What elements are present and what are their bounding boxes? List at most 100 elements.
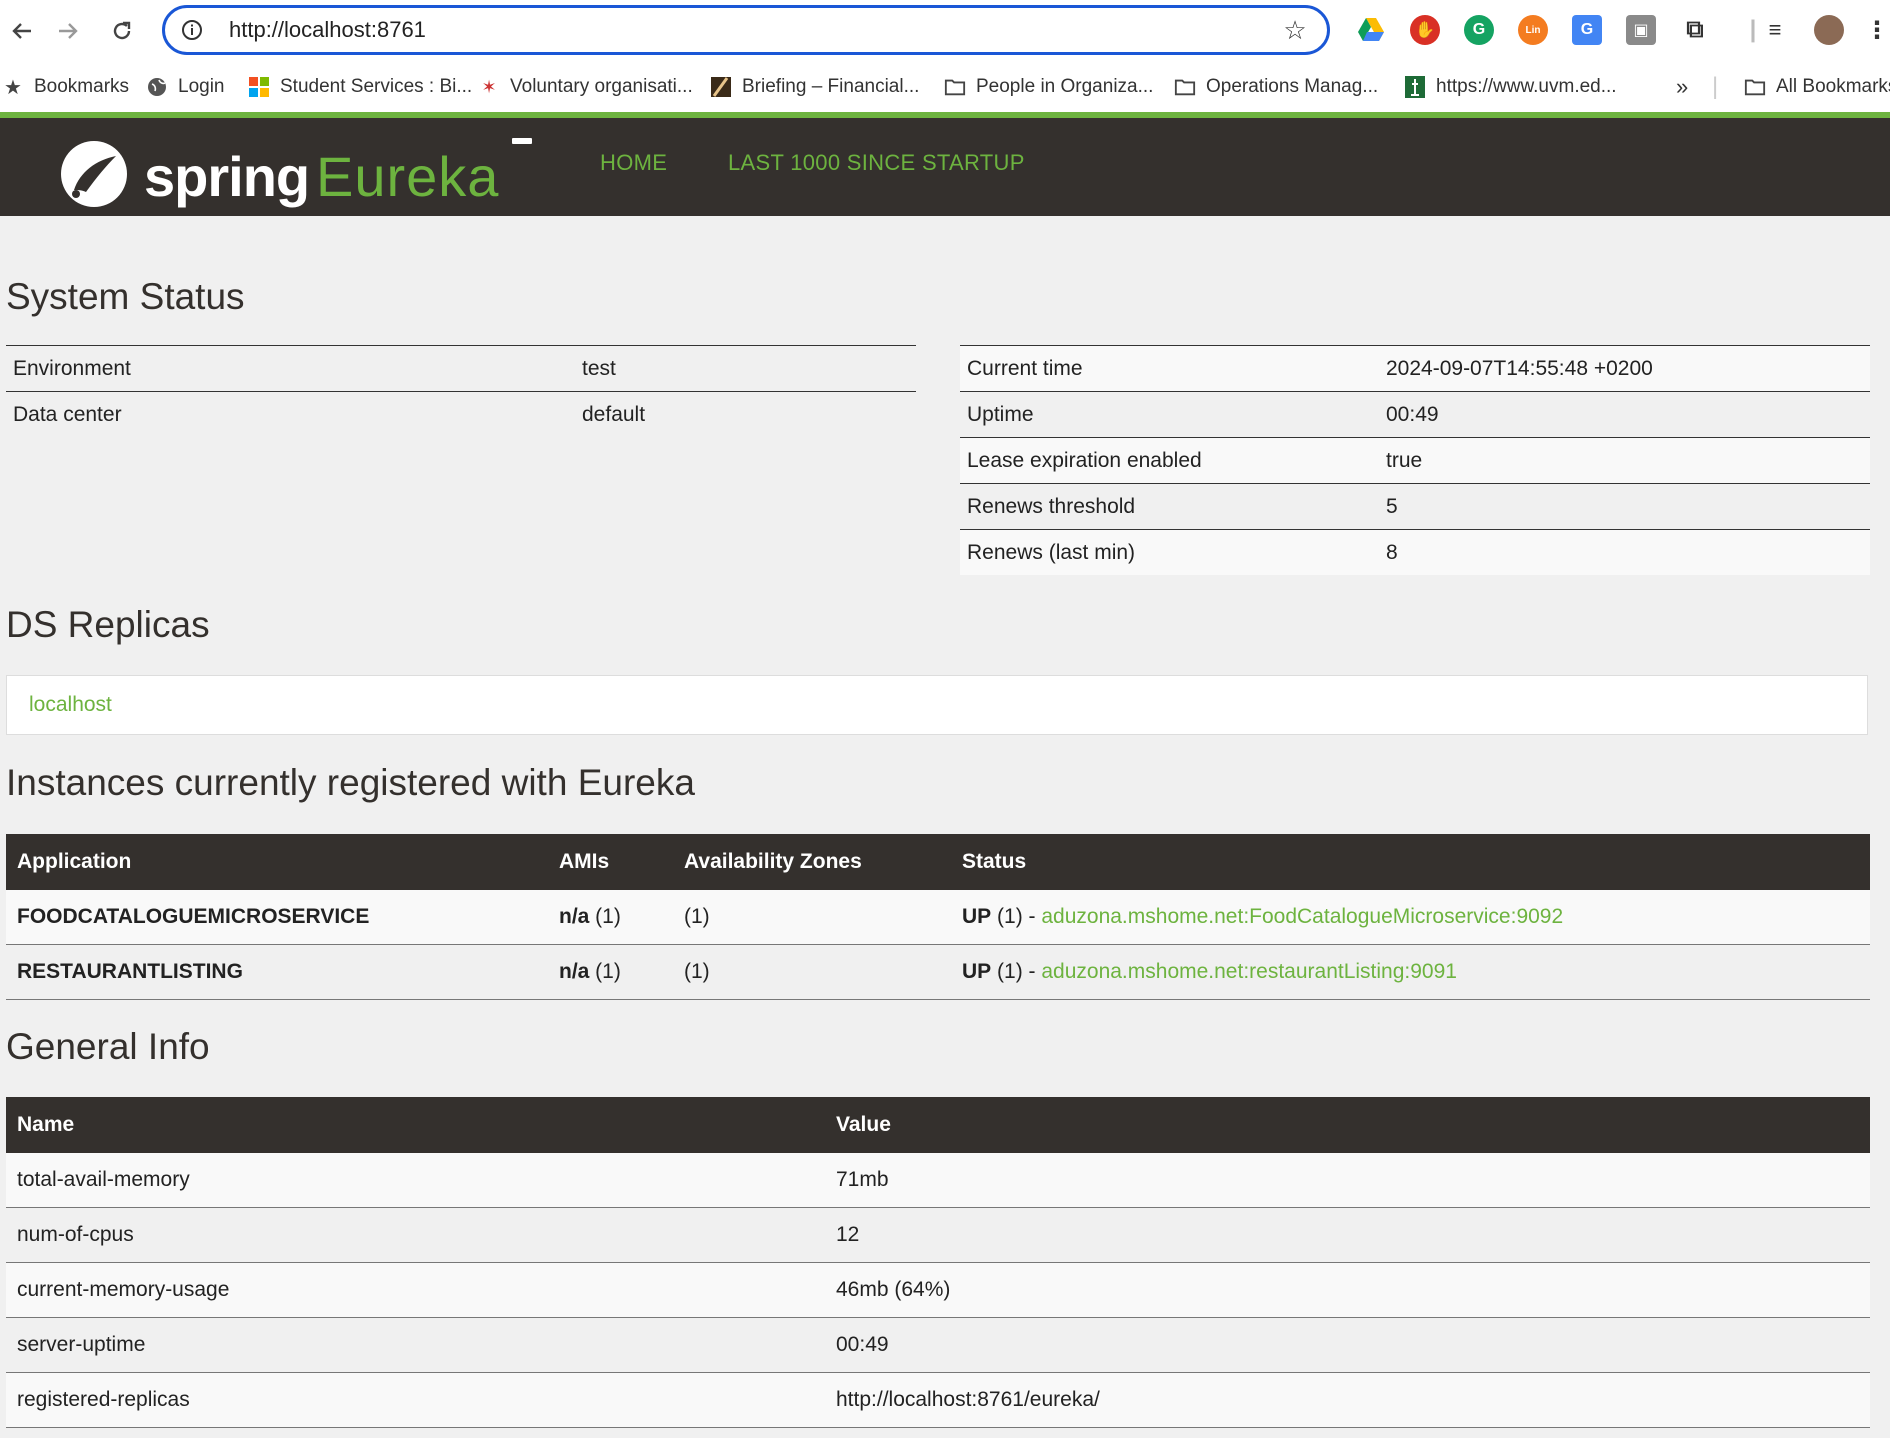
- instance-link[interactable]: aduzona.mshome.net:FoodCatalogueMicroser…: [1041, 905, 1563, 928]
- logo-spring-text: spring: [144, 145, 310, 208]
- info-value: 12: [825, 1207, 1870, 1263]
- table-row: server-uptime 00:49: [6, 1317, 1870, 1373]
- info-name: current-memory-usage: [6, 1262, 825, 1318]
- logo-dash: [512, 138, 532, 144]
- kebab-menu-icon[interactable]: ⋮: [1862, 15, 1890, 45]
- bookmarks-overflow-chevron-icon[interactable]: »: [1676, 62, 1688, 112]
- status-key: Environment: [6, 345, 575, 392]
- grammarly-icon[interactable]: G: [1464, 15, 1494, 45]
- table-row: Uptime 00:49: [960, 391, 1870, 438]
- info-name: num-of-cpus: [6, 1207, 825, 1263]
- site-info-icon[interactable]: [179, 17, 205, 43]
- windows-logo-icon: [248, 76, 270, 98]
- address-bar[interactable]: http://localhost:8761 ☆: [162, 5, 1330, 55]
- bookmark-label: Voluntary organisati...: [510, 76, 693, 97]
- application-name: FOODCATALOGUEMICROSERVICE: [6, 890, 548, 945]
- bookmark-item-login[interactable]: Login: [146, 62, 225, 112]
- amis-cell: n/a (1): [548, 944, 673, 1000]
- bookmark-label: People in Organiza...: [976, 76, 1154, 97]
- status-up: UP: [962, 960, 992, 983]
- instances-table: Application AMIs Availability Zones Stat…: [6, 834, 1870, 1000]
- bookmark-item-bookmarks[interactable]: ★ Bookmarks: [2, 62, 129, 112]
- table-row: num-of-cpus 12: [6, 1207, 1870, 1263]
- status-key: Lease expiration enabled: [960, 437, 1379, 484]
- bookmark-item-briefing[interactable]: Briefing – Financial...: [710, 62, 919, 112]
- instances-title: Instances currently registered with Eure…: [6, 762, 695, 803]
- bookmarks-bar: ★ Bookmarks Login Student Services : Bi.…: [0, 62, 1890, 112]
- logo-eureka-text: Eureka: [316, 145, 500, 208]
- bookmark-folder-people[interactable]: People in Organiza...: [944, 62, 1153, 112]
- browser-toolbar: http://localhost:8761 ☆ ✋ G Lin G ▣ ⧉ | …: [0, 0, 1890, 62]
- table-row: registered-replicas http://localhost:876…: [6, 1372, 1870, 1428]
- column-header: AMIs: [548, 834, 673, 890]
- table-row: FOODCATALOGUEMICROSERVICE n/a (1) (1) UP…: [6, 890, 1870, 945]
- table-row: Current time 2024-09-07T14:55:48 +0200: [960, 345, 1870, 392]
- status-value: default: [575, 391, 916, 437]
- table-row: Renews (last min) 8: [960, 529, 1870, 575]
- zones-value: (1): [673, 890, 951, 945]
- replica-link[interactable]: localhost: [29, 693, 112, 717]
- ft-favicon-icon: [710, 76, 732, 98]
- column-header: Availability Zones: [673, 834, 951, 890]
- table-row: total-avail-memory 71mb: [6, 1153, 1870, 1208]
- column-header: Value: [825, 1097, 1870, 1153]
- info-name: total-avail-memory: [6, 1153, 825, 1208]
- bookmark-label: Bookmarks: [34, 76, 130, 97]
- info-value: 46mb (64%): [825, 1262, 1870, 1318]
- eureka-navbar: spring Eureka HOME LAST 1000 SINCE START…: [0, 118, 1890, 216]
- status-cell: UP (1) - aduzona.mshome.net:FoodCatalogu…: [951, 890, 1870, 945]
- adblock-icon[interactable]: ✋: [1410, 15, 1440, 45]
- nav-home-link[interactable]: HOME: [600, 150, 667, 176]
- system-status-right-table: Current time 2024-09-07T14:55:48 +0200 U…: [960, 345, 1870, 575]
- google-drive-icon[interactable]: [1356, 15, 1386, 45]
- status-count: (1) -: [991, 960, 1042, 983]
- reading-list-icon[interactable]: ≡: [1760, 15, 1790, 45]
- bookmark-label: Briefing – Financial...: [742, 76, 920, 97]
- nav-last-1000-link[interactable]: LAST 1000 SINCE STARTUP: [728, 150, 1025, 176]
- amis-value: n/a: [559, 905, 590, 928]
- profile-extension-icon[interactable]: ▣: [1626, 15, 1656, 45]
- instance-link[interactable]: aduzona.mshome.net:restaurantListing:909…: [1041, 960, 1457, 983]
- table-row: Environment test: [6, 345, 916, 392]
- folder-icon: [1174, 76, 1196, 98]
- column-header: Name: [6, 1097, 825, 1153]
- extensions-puzzle-icon[interactable]: ⧉: [1680, 15, 1710, 45]
- bookmark-folder-all[interactable]: All Bookmarks: [1744, 62, 1890, 112]
- ds-replicas-list: localhost: [6, 675, 1868, 735]
- site-favicon-icon: ✶: [481, 76, 497, 97]
- status-key: Current time: [960, 345, 1379, 392]
- google-translate-icon[interactable]: G: [1572, 15, 1602, 45]
- amis-count: (1): [589, 960, 621, 983]
- forward-button[interactable]: [46, 9, 90, 53]
- forward-arrow-icon: [59, 23, 78, 39]
- bookmark-item-uvm[interactable]: https://www.uvm.ed...: [1404, 62, 1617, 112]
- uvm-favicon-icon: [1404, 76, 1426, 98]
- bookmark-item-student-services[interactable]: Student Services : Bi...: [248, 62, 472, 112]
- folder-icon: [944, 76, 966, 98]
- table-header-row: Name Value: [6, 1097, 1870, 1153]
- status-value: 8: [1379, 529, 1870, 575]
- bookmark-folder-operations[interactable]: Operations Manag...: [1174, 62, 1378, 112]
- system-status-title: System Status: [6, 276, 245, 317]
- status-value: 2024-09-07T14:55:48 +0200: [1379, 345, 1870, 392]
- status-key: Renews (last min): [960, 529, 1379, 575]
- reload-icon: [113, 21, 131, 40]
- bookmark-label: Student Services : Bi...: [280, 76, 473, 97]
- back-button[interactable]: [0, 9, 44, 53]
- status-count: (1) -: [991, 905, 1042, 928]
- info-value: 00:49: [825, 1317, 1870, 1373]
- lingq-icon[interactable]: Lin: [1518, 15, 1548, 45]
- bookmark-item-voluntary[interactable]: ✶ Voluntary organisati...: [478, 62, 693, 112]
- reload-button[interactable]: [100, 9, 144, 53]
- url-text[interactable]: http://localhost:8761: [229, 17, 1275, 43]
- folder-icon: [1744, 76, 1766, 98]
- star-icon: ★: [4, 76, 22, 99]
- bookmark-star-icon[interactable]: ☆: [1275, 15, 1315, 46]
- avatar[interactable]: [1814, 15, 1844, 45]
- table-row: current-memory-usage 46mb (64%): [6, 1262, 1870, 1318]
- general-info-table: Name Value total-avail-memory 71mb num-o…: [6, 1097, 1870, 1428]
- info-value: http://localhost:8761/eureka/: [825, 1372, 1870, 1428]
- general-info-title: General Info: [6, 1026, 210, 1067]
- status-key: Uptime: [960, 391, 1379, 438]
- column-header: Application: [6, 834, 548, 890]
